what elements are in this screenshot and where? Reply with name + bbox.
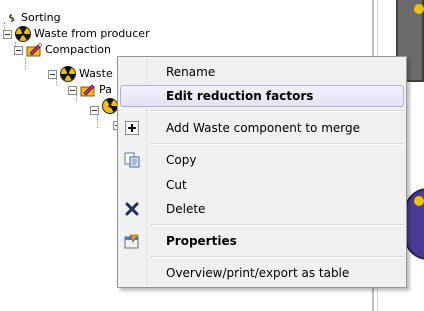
- radiation-icon: [414, 4, 424, 14]
- tree-node-sorting[interactable]: Sorting: [8, 10, 61, 26]
- properties-icon: [124, 233, 140, 249]
- tree-node-label: Waste from producer: [34, 27, 150, 40]
- tree-node-compaction[interactable]: Compaction: [14, 42, 111, 58]
- menu-item-add-waste-component[interactable]: Add Waste component to merge: [120, 117, 404, 139]
- menu-separator: [150, 224, 404, 226]
- radiation-icon: [60, 66, 76, 82]
- radiation-icon: [414, 196, 424, 206]
- copy-icon: [124, 152, 140, 168]
- plus-icon: [124, 120, 140, 136]
- collapse-icon[interactable]: [14, 46, 23, 55]
- tree-node-waste-from-producer[interactable]: Waste from producer: [3, 26, 150, 42]
- menu-item-label: Cut: [166, 178, 187, 192]
- menu-item-label: Edit reduction factors: [166, 89, 314, 103]
- menu-item-label: Rename: [166, 65, 216, 79]
- collapse-icon[interactable]: [90, 106, 99, 115]
- collapse-icon[interactable]: [3, 30, 12, 39]
- menu-item-label: Properties: [166, 234, 237, 248]
- compaction-icon: [80, 84, 95, 97]
- menu-item-copy[interactable]: Copy: [120, 149, 404, 171]
- tree-node-waste[interactable]: Waste: [48, 66, 113, 82]
- menu-item-cut[interactable]: Cut: [120, 174, 404, 196]
- menu-item-delete[interactable]: Delete: [120, 198, 404, 220]
- collapse-icon[interactable]: [48, 70, 57, 79]
- menu-separator: [150, 256, 404, 258]
- menu-item-overview-print-export[interactable]: Overview/print/export as table: [120, 262, 404, 284]
- tree-node-label: Pa: [99, 83, 112, 96]
- menu-item-edit-reduction-factors[interactable]: Edit reduction factors: [120, 85, 404, 107]
- menu-item-label: Delete: [166, 202, 206, 216]
- menu-item-label: Add Waste component to merge: [166, 121, 361, 135]
- delete-x-icon: [124, 201, 140, 217]
- tree-node-label: Waste: [79, 67, 113, 80]
- collapse-icon[interactable]: [68, 86, 77, 95]
- menu-item-rename[interactable]: Rename: [120, 61, 404, 83]
- menu-item-label: Overview/print/export as table: [166, 266, 350, 280]
- tree-node-pa[interactable]: Pa: [68, 82, 112, 98]
- context-menu: Rename Edit reduction factors Add Waste …: [117, 56, 407, 288]
- compaction-icon: [26, 42, 42, 57]
- tree-node-label: Sorting: [21, 11, 61, 24]
- menu-item-label: Copy: [166, 153, 197, 167]
- menu-separator: [150, 110, 404, 112]
- tree-connector: [25, 58, 26, 70]
- menu-separator: [150, 143, 404, 145]
- sorting-icon: [9, 14, 15, 22]
- menu-item-properties[interactable]: Properties: [120, 230, 404, 252]
- radiation-icon: [102, 98, 118, 114]
- radiation-icon: [15, 26, 31, 42]
- tree-node-label: Compaction: [45, 43, 111, 56]
